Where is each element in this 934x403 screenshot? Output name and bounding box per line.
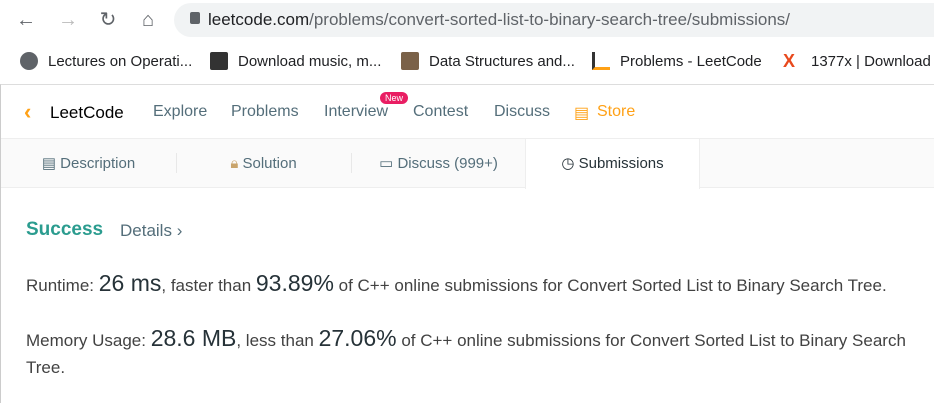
tab-label: Submissions [578, 155, 664, 172]
runtime-percentile: 93.89% [255, 270, 334, 296]
bookmark-label: Download music, m... [238, 52, 382, 70]
nav-discuss[interactable]: Discuss [494, 103, 550, 121]
tab-description[interactable]: ▤ Description [1, 139, 176, 188]
nav-problems[interactable]: Problems [231, 103, 299, 121]
tab-bar: ▤ Description 🔒︎ Solution ▭ Discuss (999… [1, 138, 934, 189]
text: of C++ online submissions for Convert So… [333, 276, 887, 295]
memory-label: Memory Usage: [26, 331, 151, 350]
tab-discuss[interactable]: ▭ Discuss (999+) [351, 139, 526, 188]
runtime-line: Runtime: 26 ms, faster than 93.89% of C+… [26, 270, 926, 299]
globe-icon [20, 52, 38, 70]
details-label: Details [120, 221, 172, 240]
nav-store[interactable]: Store [597, 103, 635, 121]
bookmark-2[interactable]: Download music, m... [210, 50, 381, 72]
cc-icon [401, 52, 419, 70]
description-icon: ▤ [41, 155, 61, 172]
bookmark-5[interactable]: X 1377x | Download [783, 50, 931, 72]
forward-icon[interactable]: → [56, 8, 80, 32]
tab-solution[interactable]: 🔒︎ Solution [176, 139, 351, 188]
bookmark-label: Lectures on Operati... [48, 52, 193, 70]
url-host: leetcode.com [208, 10, 310, 29]
address-bar[interactable]: leetcode.com/problems/convert-sorted-lis… [174, 3, 934, 37]
comment-icon: ▭ [379, 155, 398, 172]
memory-line: Memory Usage: 28.6 MB, less than 27.06% … [26, 325, 926, 381]
tab-submissions[interactable]: ◷ Submissions [525, 139, 700, 189]
clock-icon: ◷ [561, 155, 579, 172]
chevron-right-icon: › [176, 221, 183, 240]
runtime-value: 26 ms [98, 270, 162, 296]
nav-contest[interactable]: Contest [413, 103, 468, 121]
details-link[interactable]: Details › [120, 221, 182, 241]
lock-icon [190, 12, 200, 24]
new-badge: New [380, 92, 409, 104]
reload-icon[interactable]: ↻ [96, 8, 120, 32]
top-nav: ‹ LeetCode Explore Problems Interview Co… [0, 85, 934, 138]
nav-explore[interactable]: Explore [153, 103, 207, 121]
runtime-label: Runtime: [26, 276, 99, 295]
leetcode-icon [592, 52, 610, 70]
bookmark-label: 1377x | Download [811, 52, 931, 70]
store-icon: ▤ [574, 105, 590, 122]
x-icon: X [783, 51, 796, 71]
tab-label: Description [60, 155, 136, 172]
bookmark-3[interactable]: Data Structures and... [401, 50, 575, 72]
back-icon[interactable]: ← [14, 8, 38, 32]
tab-label: Discuss (999+) [397, 155, 498, 172]
text: , less than [236, 331, 319, 350]
status-success: Success [26, 219, 104, 240]
home-icon[interactable]: ⌂ [136, 8, 160, 32]
tab-label: Solution [242, 155, 297, 172]
lock-icon: 🔒︎ [230, 155, 243, 172]
text: , faster than [161, 276, 256, 295]
nav-interview[interactable]: Interview [324, 103, 388, 121]
browser-toolbar: ← → ↻ ⌂ leetcode.com/problems/convert-so… [0, 0, 934, 40]
memory-value: 28.6 MB [150, 325, 237, 351]
brand[interactable]: LeetCode [50, 103, 124, 123]
url-path: /problems/convert-sorted-list-to-binary-… [309, 10, 791, 29]
music-icon [210, 52, 228, 70]
bookmark-label: Problems - LeetCode [620, 52, 762, 70]
memory-percentile: 27.06% [318, 325, 397, 351]
bookmark-4[interactable]: Problems - LeetCode [592, 50, 762, 72]
leetcode-logo-icon: ‹ [24, 99, 32, 124]
bookmark-1[interactable]: Lectures on Operati... [20, 50, 192, 72]
bookmark-label: Data Structures and... [429, 52, 575, 70]
